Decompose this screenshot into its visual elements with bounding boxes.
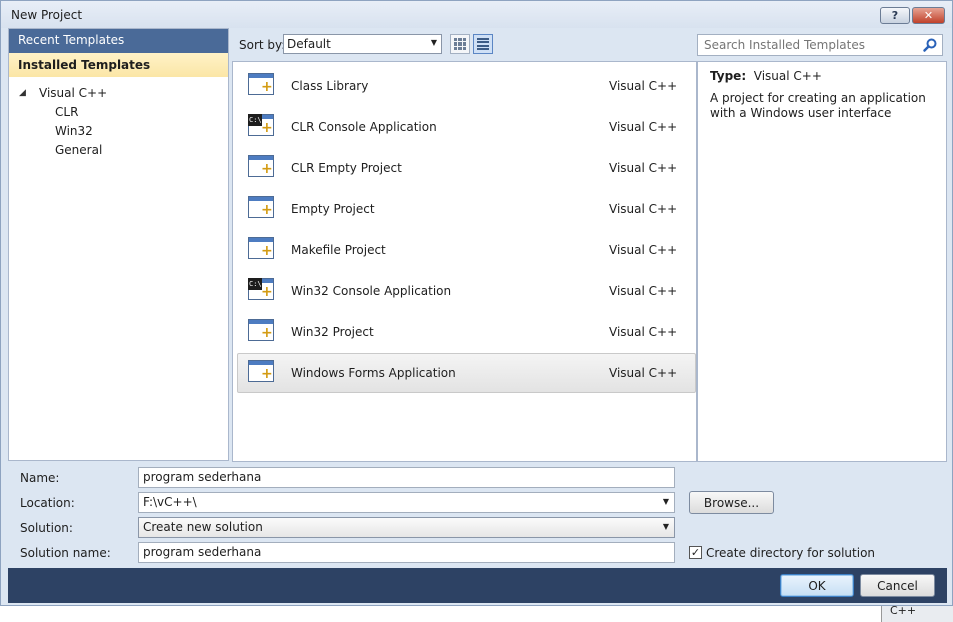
template-item[interactable]: + CLR Empty Project Visual C++	[237, 148, 696, 188]
grid-view-icon	[454, 38, 466, 50]
sort-by-label: Sort by:	[239, 38, 286, 52]
template-language: Visual C++	[609, 79, 678, 93]
cancel-button[interactable]: Cancel	[860, 574, 935, 597]
template-language: Visual C++	[609, 284, 678, 298]
template-categories-pane: Recent Templates Installed Templates ◢ V…	[8, 28, 229, 461]
create-directory-label[interactable]: Create directory for solution	[706, 546, 875, 560]
browse-button[interactable]: Browse...	[689, 491, 774, 514]
template-name: Empty Project	[291, 202, 375, 216]
windows-forms-icon: +	[248, 360, 278, 388]
new-project-dialog: New Project ? ✕ Recent Templates Install…	[0, 0, 953, 606]
tree-item-visual-cpp[interactable]: ◢ Visual C++	[9, 84, 228, 103]
template-language: Visual C++	[609, 161, 678, 175]
template-item[interactable]: C:\ + CLR Console Application Visual C++	[237, 107, 696, 147]
installed-templates-header[interactable]: Installed Templates	[9, 53, 228, 77]
tree-item-label: Win32	[55, 124, 93, 138]
create-directory-checkbox[interactable]: ✓	[689, 546, 702, 559]
template-description-pane: Type: Visual C++ A project for creating …	[697, 61, 947, 462]
name-label: Name:	[20, 471, 60, 485]
medium-icons-view-button[interactable]	[473, 34, 493, 54]
template-language: Visual C++	[609, 120, 678, 134]
background-window	[0, 606, 881, 622]
template-name: Win32 Project	[291, 325, 374, 339]
background-text: C++	[890, 606, 917, 617]
close-button[interactable]: ✕	[912, 7, 945, 24]
type-label: Type:	[710, 69, 747, 83]
template-item[interactable]: C:\ + Win32 Console Application Visual C++	[237, 271, 696, 311]
template-item[interactable]: + Class Library Visual C++	[237, 66, 696, 106]
template-tree: ◢ Visual C++ CLR Win32 General	[9, 84, 228, 160]
search-input[interactable]	[698, 35, 920, 55]
solution-name-label: Solution name:	[20, 546, 111, 560]
template-list: + Class Library Visual C++ C:\ + CLR Console …	[232, 61, 697, 462]
empty-project-icon: +	[248, 196, 278, 224]
template-language: Visual C++	[609, 325, 678, 339]
template-name: CLR Console Application	[291, 120, 437, 134]
class-library-icon: +	[248, 73, 278, 101]
template-name: CLR Empty Project	[291, 161, 402, 175]
template-item[interactable]: + Win32 Project Visual C++	[237, 312, 696, 352]
title-bar: New Project ? ✕	[1, 1, 952, 28]
template-name: Win32 Console Application	[291, 284, 452, 298]
recent-templates-header[interactable]: Recent Templates	[9, 29, 228, 53]
empty-project-icon: +	[248, 155, 278, 183]
background-window-fragment: C++	[881, 606, 953, 622]
template-description: A project for creating an application wi…	[710, 91, 926, 120]
template-item[interactable]: + Empty Project Visual C++	[237, 189, 696, 229]
list-view-icon	[477, 38, 489, 50]
tree-item-clr[interactable]: CLR	[9, 103, 228, 122]
chevron-down-icon[interactable]: ▼	[663, 522, 669, 531]
location-label: Location:	[20, 496, 75, 510]
solution-value: Create new solution	[143, 520, 263, 534]
template-language: Visual C++	[609, 366, 678, 380]
dialog-title: New Project	[11, 8, 83, 22]
solution-label: Solution:	[20, 521, 73, 535]
console-app-icon: C:\ +	[248, 278, 274, 300]
name-input[interactable]: program sederhana	[138, 467, 675, 488]
sort-by-dropdown[interactable]: Default ▼	[283, 34, 442, 54]
template-name: Makefile Project	[291, 243, 386, 257]
tree-item-win32[interactable]: Win32	[9, 122, 228, 141]
template-language: Visual C++	[609, 243, 678, 257]
ok-button[interactable]: OK	[780, 574, 854, 597]
search-box	[697, 34, 943, 56]
console-app-icon: C:\ +	[248, 114, 274, 136]
win32-project-icon: +	[248, 319, 278, 347]
small-icons-view-button[interactable]	[450, 34, 470, 54]
tree-item-general[interactable]: General	[9, 141, 228, 160]
makefile-project-icon: +	[248, 237, 278, 265]
sort-by-value: Default	[287, 37, 331, 51]
solution-name-value: program sederhana	[143, 545, 262, 559]
template-item[interactable]: + Makefile Project Visual C++	[237, 230, 696, 270]
search-icon[interactable]	[922, 37, 938, 53]
template-language: Visual C++	[609, 202, 678, 216]
tree-expand-arrow-icon[interactable]: ◢	[19, 84, 26, 103]
template-name: Windows Forms Application	[291, 366, 456, 380]
solution-dropdown[interactable]: Create new solution ▼	[138, 517, 675, 538]
location-combo[interactable]: F:\vC++\ ▼	[138, 492, 675, 513]
template-item[interactable]: + Windows Forms Application Visual C++	[237, 353, 696, 393]
tree-item-label: Visual C++	[39, 86, 108, 100]
template-name: Class Library	[291, 79, 369, 93]
tree-item-label: CLR	[55, 105, 79, 119]
solution-name-input[interactable]: program sederhana	[138, 542, 675, 563]
template-type: Type: Visual C++	[710, 69, 822, 83]
location-value: F:\vC++\	[143, 495, 197, 509]
help-button[interactable]: ?	[880, 7, 910, 24]
chevron-down-icon: ▼	[430, 38, 437, 47]
tree-item-label: General	[55, 143, 103, 157]
type-value: Visual C++	[753, 69, 822, 83]
name-value: program sederhana	[143, 470, 262, 484]
chevron-down-icon[interactable]: ▼	[663, 497, 669, 506]
